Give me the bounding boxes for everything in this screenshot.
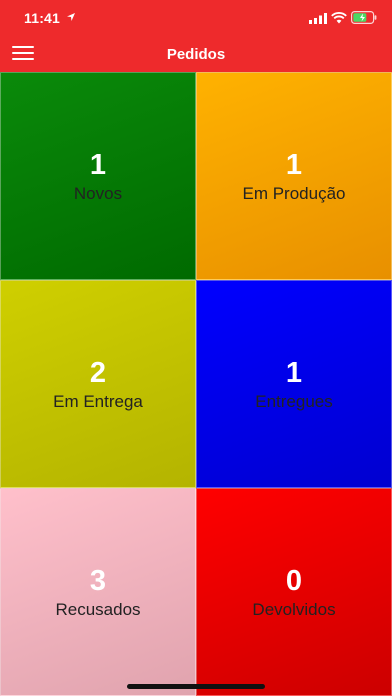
tile-recusados[interactable]: 3 Recusados xyxy=(0,488,196,696)
tile-em-entrega[interactable]: 2 Em Entrega xyxy=(0,280,196,488)
tile-entregues[interactable]: 1 Entregues xyxy=(196,280,392,488)
tile-label: Em Entrega xyxy=(53,392,143,411)
tile-count: 1 xyxy=(89,149,107,181)
tile-label: Devolvidos xyxy=(252,600,336,619)
tile-count: 0 xyxy=(285,565,303,597)
tile-novos[interactable]: 1 Novos xyxy=(0,72,196,280)
home-indicator[interactable] xyxy=(127,684,265,689)
tile-count: 2 xyxy=(89,357,107,389)
tile-count: 1 xyxy=(285,149,303,181)
tile-devolvidos[interactable]: 0 Devolvidos xyxy=(196,488,392,696)
location-icon xyxy=(67,13,75,21)
tile-label: Em Produção xyxy=(242,184,346,203)
battery-icon xyxy=(351,11,377,24)
tile-count: 1 xyxy=(285,357,303,389)
tile-count: 3 xyxy=(89,565,107,597)
tile-label: Recusados xyxy=(55,600,141,619)
tile-em-producao[interactable]: 1 Em Produção xyxy=(196,72,392,280)
orders-status-grid: 1 Novos 1 Em Produção 2 Em Entrega 1 Ent… xyxy=(0,72,392,696)
tile-label: Entregues xyxy=(255,392,333,411)
app-header: 11:41 Pedidos xyxy=(0,0,392,72)
status-bar: 11:41 xyxy=(0,0,392,38)
wifi-icon xyxy=(331,12,347,24)
page-title: Pedidos xyxy=(166,46,226,63)
signal-icon xyxy=(309,13,327,24)
tile-label: Novos xyxy=(73,184,123,203)
status-time: 11:41 xyxy=(24,10,61,26)
